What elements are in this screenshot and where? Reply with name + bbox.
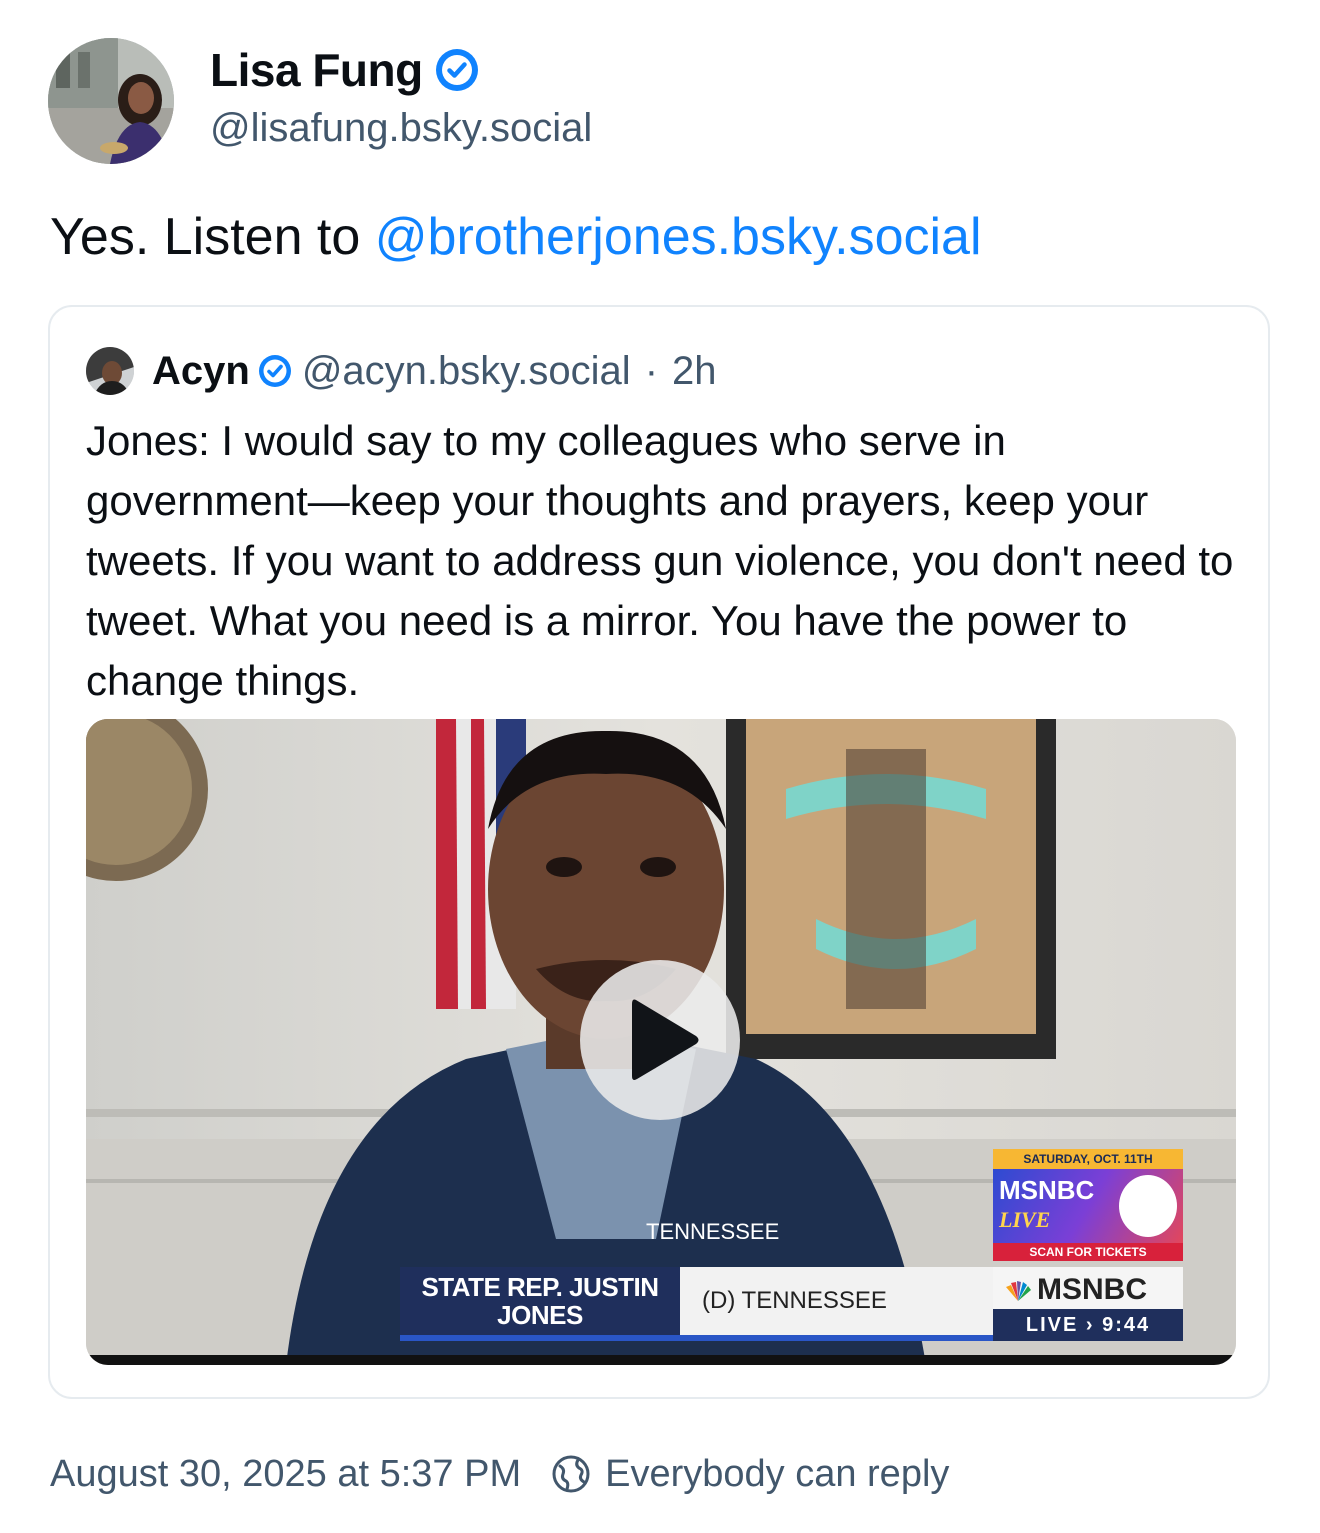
msnbc-promo-graphic: SATURDAY, OCT. 11TH MSNBC LIVE SCAN FOR … bbox=[993, 1149, 1183, 1261]
chyron-name: STATE REP. JUSTIN JONES bbox=[400, 1267, 680, 1335]
play-button[interactable] bbox=[580, 960, 740, 1120]
peacock-logo-icon bbox=[1006, 1281, 1031, 1301]
mention-link[interactable]: @brotherjones.bsky.social bbox=[375, 208, 982, 266]
globe-reply-icon bbox=[552, 1455, 590, 1493]
post-text: Yes. Listen to @brotherjones.bsky.social bbox=[50, 205, 982, 269]
verified-badge-icon[interactable] bbox=[435, 48, 479, 92]
jacket-text: TENNESSEE bbox=[646, 1219, 779, 1244]
promo-brand: MSNBC bbox=[999, 1175, 1095, 1205]
separator-dot: · bbox=[644, 348, 659, 393]
chyron-bar bbox=[400, 1335, 1076, 1341]
quoted-time-ago[interactable]: 2h bbox=[672, 349, 717, 394]
quoted-display-name[interactable]: Acyn bbox=[152, 349, 250, 394]
bug-live-time: LIVE › 9:44 bbox=[993, 1309, 1183, 1341]
reply-setting[interactable]: Everybody can reply bbox=[605, 1453, 949, 1496]
video-player[interactable]: TENNESSEE SATURDAY, OCT. 11TH MSNBC LIVE… bbox=[86, 719, 1236, 1365]
quoted-author-avatar[interactable] bbox=[86, 347, 134, 395]
chyron: STATE REP. JUSTIN JONES (D) TENNESSEE bbox=[400, 1267, 1076, 1341]
bug-brand: MSNBC bbox=[1037, 1273, 1147, 1306]
play-icon bbox=[632, 999, 699, 1080]
quoted-post-header: Acyn @acyn.bsky.social · 2h bbox=[86, 343, 717, 399]
quoted-post-text: Jones: I would say to my colleagues who … bbox=[86, 417, 1234, 704]
author-handle[interactable]: @lisafung.bsky.social bbox=[210, 106, 592, 151]
promo-live: LIVE bbox=[999, 1207, 1051, 1232]
author-display-name[interactable]: Lisa Fung bbox=[210, 43, 423, 97]
quoted-post-card[interactable]: Acyn @acyn.bsky.social · 2h Jones: I wou… bbox=[48, 305, 1270, 1399]
qr-code-icon bbox=[1119, 1175, 1177, 1237]
post-text-prefix: Yes. Listen to bbox=[50, 208, 375, 266]
post-footer: August 30, 2025 at 5:37 PM Everybody can… bbox=[50, 1446, 949, 1502]
promo-date: SATURDAY, OCT. 11TH bbox=[993, 1149, 1183, 1169]
post-timestamp[interactable]: August 30, 2025 at 5:37 PM bbox=[50, 1453, 521, 1496]
msnbc-bug: MSNBC LIVE › 9:44 bbox=[993, 1267, 1183, 1341]
promo-cta: SCAN FOR TICKETS bbox=[993, 1243, 1183, 1261]
quoted-handle[interactable]: @acyn.bsky.social bbox=[302, 349, 631, 394]
verified-badge-icon[interactable] bbox=[258, 354, 292, 388]
author-avatar[interactable] bbox=[48, 38, 174, 164]
